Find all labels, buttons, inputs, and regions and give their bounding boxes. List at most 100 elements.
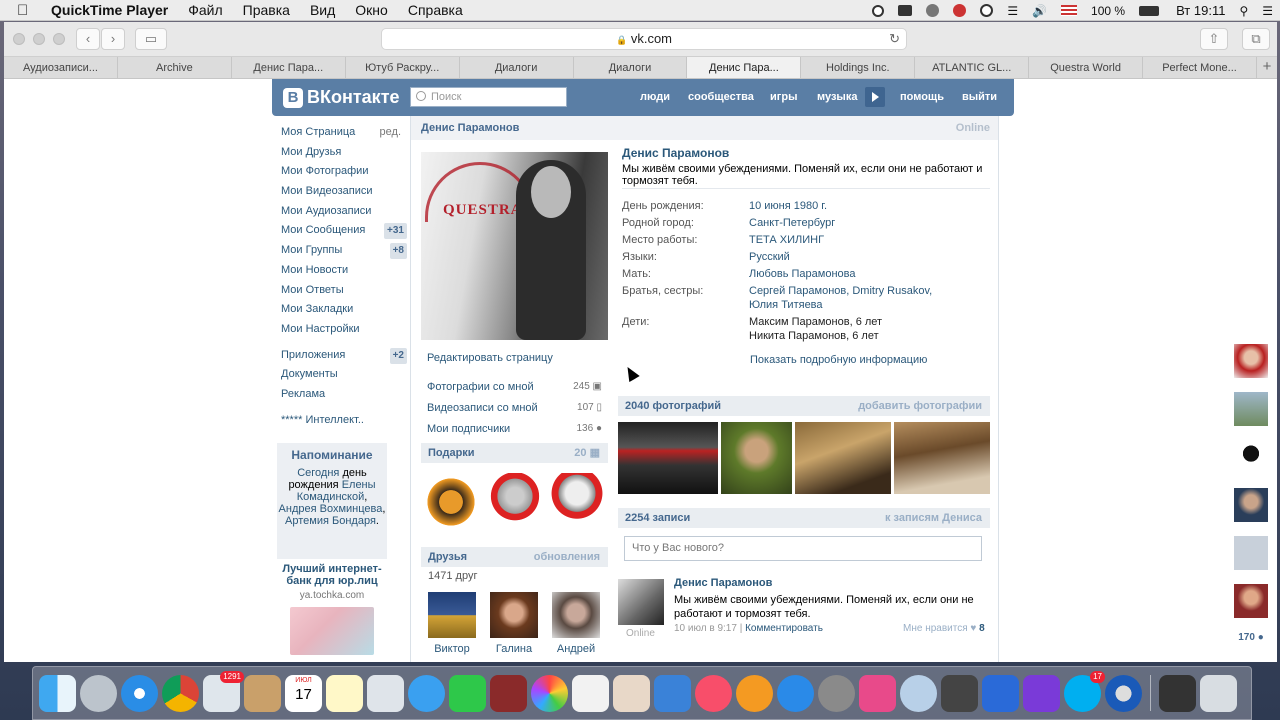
vk-search-input[interactable]: Поиск [410, 87, 567, 107]
share-button[interactable]: ⇧ [1200, 28, 1228, 50]
profile-avatar[interactable]: QUESTRA [421, 152, 608, 340]
info-value[interactable]: 10 июня 1980 г. [749, 199, 964, 213]
info-value[interactable]: Русский [749, 250, 964, 264]
stat-photos-with-me[interactable]: Фотографии со мной 245 ▣ [427, 381, 602, 393]
menu-window[interactable]: Окно [355, 2, 388, 18]
birthday-person-2[interactable]: Андрея Вохминцева [279, 503, 383, 515]
minimize-window-button[interactable] [33, 33, 45, 45]
menu-answers[interactable]: Мои Ответы [281, 281, 411, 301]
post-date[interactable]: 10 июл в 9:17 [674, 623, 737, 634]
ibooks-icon[interactable] [736, 674, 773, 712]
menu-news[interactable]: Мои Новости [281, 261, 411, 281]
safari-icon[interactable] [121, 674, 158, 712]
sidebar-button[interactable]: ▭ [135, 28, 167, 50]
info-value[interactable]: Сергей Парамонов, Dmitry Rusakov, Юлия Т… [749, 284, 964, 312]
nav-help[interactable]: помощь [900, 91, 944, 103]
address-bar[interactable]: 🔒 vk.com ↻ [381, 28, 907, 50]
calendar-icon[interactable]: ИЮЛ 17 [285, 674, 322, 712]
menu-ads[interactable]: Реклама [281, 385, 411, 405]
notification-icon[interactable] [898, 5, 913, 16]
zoom-window-button[interactable] [53, 33, 65, 45]
online-friend-avatar[interactable] [1234, 392, 1268, 426]
online-friend-avatar[interactable] [1234, 440, 1268, 474]
menu-groups[interactable]: Мои Группы +8 [281, 241, 411, 261]
menu-videos[interactable]: Мои Видеозаписи [281, 182, 411, 202]
friend-name[interactable]: Виктор [428, 643, 476, 655]
wall-header[interactable]: 2254 записи к записям Дениса [618, 508, 990, 528]
activity-monitor-icon[interactable] [1159, 674, 1196, 712]
tab-denis-active[interactable]: Денис Пара... [687, 57, 802, 78]
preview-icon[interactable] [367, 674, 404, 712]
notes-icon[interactable] [326, 674, 363, 712]
show-more-info-link[interactable]: Показать подробную информацию [750, 354, 927, 366]
reload-icon[interactable]: ↻ [889, 29, 900, 49]
menu-view[interactable]: Вид [310, 2, 335, 18]
spotlight-icon[interactable]: ⚲ [1239, 4, 1248, 18]
friend-card[interactable]: Виктор [428, 592, 476, 655]
tab-dialogs-1[interactable]: Диалоги [460, 57, 574, 78]
notification-center-icon[interactable]: ☰ [1262, 4, 1273, 18]
battery-icon[interactable] [1139, 5, 1160, 16]
skype-icon[interactable]: 17 [1064, 670, 1105, 712]
online-friend-avatar[interactable] [1234, 344, 1268, 378]
ad-image[interactable] [290, 607, 374, 655]
tab-holdings[interactable]: Holdings Inc. [801, 57, 916, 78]
profile-status[interactable]: Мы живём своими убеждениями. Поменяй их,… [622, 163, 992, 187]
online-friend-avatar[interactable] [1234, 584, 1268, 618]
friend-card[interactable]: Галина [490, 592, 538, 655]
online-friend-avatar[interactable] [1234, 536, 1268, 570]
photo-thumb[interactable] [618, 422, 718, 494]
chrome-icon[interactable] [162, 674, 199, 712]
tab-atlantic[interactable]: ATLANTIC GL... [915, 57, 1030, 78]
clock[interactable]: Вт 19:11 [1176, 3, 1225, 18]
nav-people[interactable]: люди [640, 91, 670, 103]
keynote-icon[interactable] [654, 674, 691, 712]
tabs-overview-button[interactable]: ⧉ [1242, 28, 1270, 50]
tab-archive[interactable]: Archive [118, 57, 232, 78]
menu-edit[interactable]: Правка [243, 2, 290, 18]
facetime-icon[interactable] [449, 674, 486, 712]
post-author-name[interactable]: Денис Парамонов [674, 577, 772, 589]
app-store-icon[interactable] [777, 674, 814, 712]
edit-link[interactable]: ред. [380, 123, 401, 143]
info-value[interactable]: Санкт-Петербург [749, 216, 964, 230]
friend-card[interactable]: Андрей [552, 592, 600, 655]
menu-my-page[interactable]: Моя Страница ред. [281, 123, 411, 143]
gifts-header[interactable]: Подарки 20 ▦ [421, 443, 608, 463]
menu-audio[interactable]: Мои Аудиозаписи [281, 202, 411, 222]
tab-audio[interactable]: Аудиозаписи... [4, 57, 118, 78]
antivirus-icon[interactable] [953, 4, 967, 17]
gift-star[interactable] [425, 473, 477, 531]
bluetooth-icon[interactable] [982, 674, 1019, 712]
screenshot-icon[interactable] [941, 674, 978, 712]
nav-music[interactable]: музыка [817, 91, 857, 103]
quicktime-icon[interactable] [1105, 674, 1142, 712]
vk-logo[interactable]: В ВКонтакте [283, 87, 400, 108]
menu-intellect-app[interactable]: ***** Интеллект.. [281, 411, 411, 431]
wunderlist-icon[interactable] [900, 674, 937, 712]
flag-us-icon[interactable] [1061, 5, 1078, 16]
apple-icon[interactable]:  [17, 2, 37, 19]
menu-bookmarks[interactable]: Мои Закладки [281, 300, 411, 320]
vpn-icon[interactable] [926, 4, 940, 17]
friends-header[interactable]: Друзья обновления [421, 547, 608, 567]
photo-thumb[interactable] [795, 422, 891, 494]
wall-post-input[interactable]: Что у Вас нового? [624, 536, 982, 561]
online-friends-count[interactable]: 170 ● [1231, 632, 1271, 643]
tab-youtube[interactable]: Ютуб Раскру... [346, 57, 460, 78]
friend-avatar[interactable] [490, 592, 538, 638]
post-author-avatar[interactable] [618, 579, 664, 625]
ad-block[interactable]: Лучший интернет-банк для юр.лиц ya.tochk… [277, 557, 387, 655]
menu-file[interactable]: Файл [188, 2, 222, 18]
new-tab-button[interactable]: + [1257, 57, 1277, 78]
nav-communities[interactable]: сообщества [688, 91, 754, 103]
trash-icon[interactable] [1200, 674, 1237, 712]
today-link[interactable]: Сегодня [297, 467, 339, 479]
friend-avatar[interactable] [428, 592, 476, 638]
app-menu[interactable]: QuickTime Player [51, 2, 168, 18]
volume-icon[interactable]: 🔊 [1032, 4, 1047, 18]
forward-button[interactable]: › [101, 28, 125, 50]
photos-header[interactable]: 2040 фотографий добавить фотографии [618, 396, 990, 416]
add-photos-link[interactable]: добавить фотографии [858, 396, 982, 416]
itunes-icon[interactable] [695, 674, 732, 712]
